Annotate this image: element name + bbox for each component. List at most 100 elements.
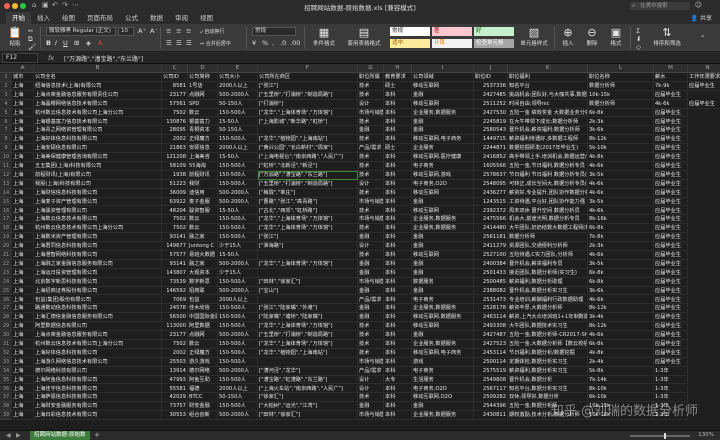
table-cell[interactable]: 设计 (358, 242, 384, 251)
table-cell[interactable]: BTCC (188, 393, 218, 403)
share-button[interactable]: 👤 共享 (691, 13, 712, 22)
table-cell[interactable]: 技术 (358, 224, 384, 234)
table-cell[interactable]: 应届毕业生 (654, 108, 688, 118)
table-cell[interactable]: 2000人以上 (218, 295, 258, 305)
column-header-n[interactable]: N (688, 64, 720, 73)
header-cell[interactable]: 城市 (12, 73, 34, 82)
align-center-icon[interactable]: ☰ (176, 39, 182, 47)
table-cell[interactable]: 上海 (12, 206, 34, 216)
table-cell[interactable]: 上海 (12, 179, 34, 189)
table-cell[interactable]: 移动互联网 (412, 206, 474, 216)
align-middle-icon[interactable]: ≡ (176, 27, 181, 35)
table-cell[interactable]: 上海 (12, 384, 34, 394)
table-cell[interactable]: 150-500人 (218, 135, 258, 145)
table-cell[interactable]: 上海美保健康管理咨询有限公司 (34, 153, 162, 162)
table-cell[interactable]: 上海好体信息科技有限公司 (34, 135, 162, 145)
table-cell[interactable]: 少于15人 (218, 268, 258, 278)
table-cell[interactable]: 7k-8k (588, 233, 654, 243)
table-cell[interactable]: 1-3年 (654, 375, 688, 385)
table-cell[interactable]: 上海美咨 (188, 153, 218, 162)
table-cell[interactable]: 大牛团队,数据技术实习生 (508, 322, 588, 332)
header-cell[interactable]: 公司全名 (34, 73, 162, 82)
column-header-m[interactable]: M (654, 64, 688, 73)
table-cell[interactable]: 技术 (358, 135, 384, 145)
table-cell[interactable]: 数据分析师 (508, 233, 588, 243)
table-cell[interactable]: 15-50人 (218, 251, 258, 260)
row-number[interactable]: 36 (0, 384, 12, 394)
table-cell[interactable]: 佳木欣信 (188, 304, 218, 314)
table-cell[interactable]: 上海 (12, 215, 34, 225)
table-cell[interactable]: 3k-6k (588, 126, 654, 136)
add-sheet-icon[interactable]: + (94, 431, 100, 439)
table-cell[interactable]: 50-150人 (218, 99, 258, 109)
table-cell[interactable]: 数云 (188, 108, 218, 118)
table-cell[interactable]: 正绿魔方 (188, 135, 218, 145)
table-cell[interactable]: 上海澄智网络科技有限公司 (34, 251, 162, 260)
table-cell[interactable]: 上海 (12, 197, 34, 207)
table-cell[interactable]: 上海 (12, 259, 34, 269)
table-cell[interactable]: 企业服务,数据服务 (412, 224, 474, 234)
table-cell[interactable]: 我财 (188, 179, 218, 189)
table-cell[interactable]: 3k-5k (588, 197, 654, 207)
column-header-j[interactable]: J (474, 64, 508, 73)
table-cell[interactable]: 4k-6k (588, 251, 654, 260)
row-number[interactable]: 38 (0, 402, 12, 412)
table-cell[interactable]: 7502 (162, 224, 188, 234)
table-cell[interactable]: 15-50人 (218, 117, 258, 127)
table-cell[interactable]: 应届毕业生 (654, 313, 688, 323)
table-cell[interactable]: 5k-10k (588, 144, 654, 154)
table-cell[interactable]: ["龙华","植物园","上海南站"] (258, 135, 358, 145)
table-cell[interactable]: 本科 (384, 233, 412, 243)
currency-icon[interactable]: ¥ (252, 39, 256, 47)
table-cell[interactable]: 大观资本 (188, 268, 218, 278)
table-cell[interactable]: 6k-8k (588, 224, 654, 234)
zoom-slider-handle[interactable] (664, 433, 666, 439)
table-cell[interactable]: 金融 (358, 304, 384, 314)
table-cell[interactable]: 63922 (162, 197, 188, 207)
table-cell[interactable]: Juntong C (188, 242, 218, 251)
table-cell[interactable]: 7502 (162, 340, 188, 349)
delete-cells-button[interactable]: ⊖ 删除 (582, 26, 602, 47)
table-cell[interactable]: 2549808 (474, 375, 508, 385)
table-cell[interactable]: 8k-12k (588, 322, 654, 332)
table-cell[interactable]: 本科 (384, 117, 412, 127)
row-number[interactable]: 6 (0, 117, 12, 127)
table-cell[interactable]: 移动互联网 (412, 99, 474, 109)
row-number[interactable]: 18 (0, 224, 12, 234)
table-cell[interactable]: 500-2000人 (218, 259, 258, 269)
table-cell[interactable]: 阿鱼互助 (188, 375, 218, 385)
table-cell[interactable]: 应届毕业生 (654, 277, 688, 287)
table-cell[interactable]: 3k-6k (588, 286, 654, 296)
table-cell[interactable]: 产品/需求 (358, 366, 384, 376)
row-number[interactable]: 27 (0, 304, 12, 314)
table-cell[interactable]: 8k-16k (588, 215, 654, 225)
table-cell[interactable]: 企业服务 (412, 144, 474, 154)
table-cell[interactable]: 本科 (384, 259, 412, 269)
column-header-g[interactable]: G (358, 64, 384, 73)
row-number[interactable]: 9 (0, 144, 12, 154)
table-cell[interactable]: 节日福利 节日福利 数据分析专员(实习生) (508, 170, 588, 180)
table-cell[interactable]: 23177 (162, 90, 188, 100)
row-number[interactable]: 31 (0, 340, 12, 349)
table-cell[interactable]: 2002 (162, 348, 188, 358)
table-cell[interactable]: 上海 (12, 268, 34, 278)
column-header-c[interactable]: C (162, 64, 188, 73)
number-format-select[interactable]: 常规 (252, 27, 296, 36)
table-cell[interactable]: 本科 (384, 206, 412, 216)
cut-icon[interactable]: ✂ (28, 27, 33, 35)
table-cell[interactable]: 150-500人 (218, 233, 258, 243)
table-cell[interactable]: 上海运日投资管理有限公司 (34, 268, 162, 278)
table-cell[interactable]: 移动互联网,数据服务 (412, 313, 474, 323)
table-cell[interactable]: 应届毕业生 (654, 215, 688, 225)
table-cell[interactable]: 2244871 (474, 144, 508, 154)
table-cell[interactable]: 技术 (358, 251, 384, 260)
table-cell[interactable]: 上海佳宇信息科技有限公司 (34, 384, 162, 394)
table-format-button[interactable]: ▤ 套用表格格式 (344, 26, 384, 47)
table-cell[interactable]: 上海安硕信息有限公司 (34, 144, 162, 154)
table-cell[interactable]: 时间自由;领导nic (508, 99, 588, 109)
table-cell[interactable]: 技术 (358, 117, 384, 127)
table-cell[interactable]: 福德 (188, 384, 218, 394)
header-cell[interactable]: 薪水 (654, 73, 688, 82)
row-number[interactable]: 1 (0, 73, 12, 82)
table-cell[interactable]: 金融 (412, 331, 474, 340)
